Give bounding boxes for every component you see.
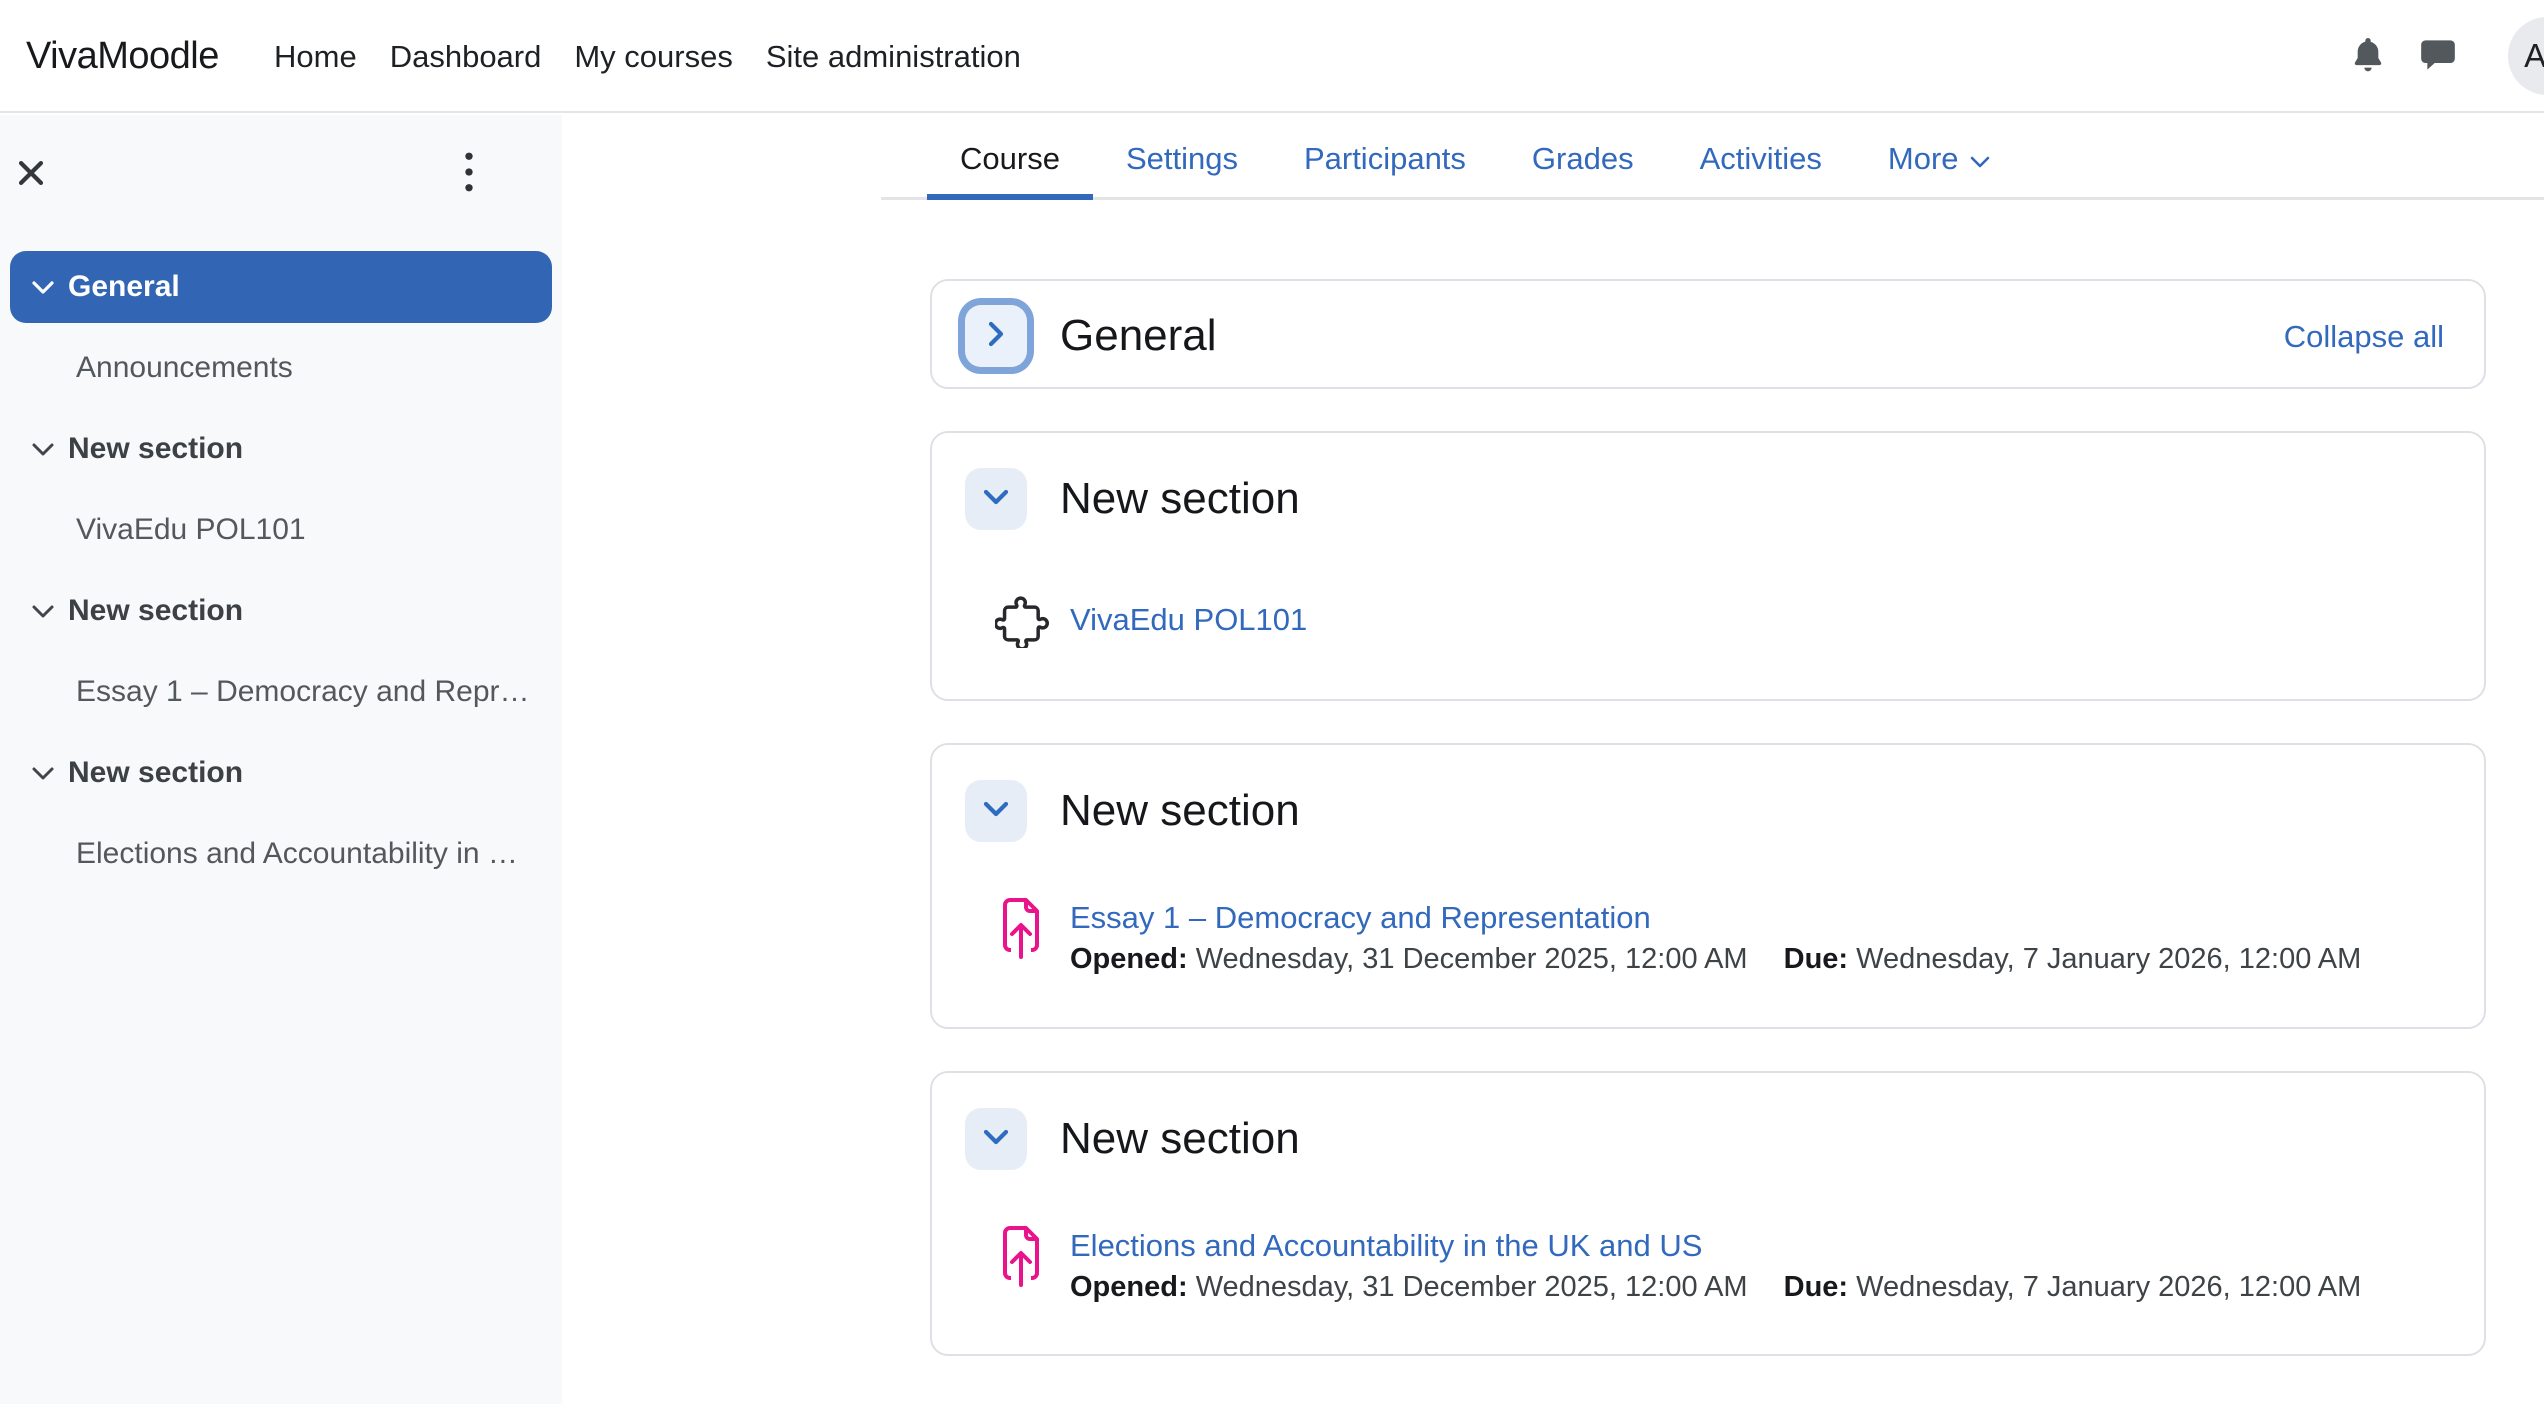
section-title: New section: [1060, 1112, 1300, 1166]
nav-link-my-courses[interactable]: My courses: [574, 39, 732, 75]
section-card-new-3: New section Elections and Accountability…: [930, 1071, 2486, 1356]
section-card-general: General Collapse all: [930, 279, 2486, 389]
chevron-right-icon: [986, 319, 1006, 354]
tab-more[interactable]: More: [1855, 120, 2024, 197]
index-item-elections[interactable]: Elections and Accountability in …: [10, 818, 552, 890]
course-tabs: Course Settings Participants Grades Acti…: [881, 120, 2544, 200]
collapse-section-button[interactable]: [965, 1108, 1027, 1170]
index-section-new-3[interactable]: New section: [10, 737, 552, 809]
nav-link-dashboard[interactable]: Dashboard: [390, 39, 542, 75]
index-item-announcements[interactable]: Announcements: [10, 332, 552, 404]
collapse-section-button[interactable]: [965, 468, 1027, 530]
chevron-down-icon: [1969, 120, 1991, 197]
collapse-all-link[interactable]: Collapse all: [2284, 319, 2444, 355]
opened-value: Wednesday, 31 December 2025, 12:00 AM: [1196, 1271, 1748, 1303]
kebab-menu-icon: [462, 149, 476, 200]
due-value: Wednesday, 7 January 2026, 12:00 AM: [1856, 943, 2361, 975]
activity-link-essay-1[interactable]: Essay 1 – Democracy and Representation: [1070, 900, 1651, 936]
due-label: Due:: [1784, 943, 1848, 975]
activity-link-elections[interactable]: Elections and Accountability in the UK a…: [1070, 1228, 1702, 1264]
chevron-down-icon: [30, 441, 56, 458]
chevron-down-icon: [30, 279, 56, 296]
puzzle-icon: [994, 591, 1052, 649]
drawer-options-button[interactable]: [447, 149, 491, 199]
chat-icon: [2418, 35, 2458, 80]
messages-button[interactable]: [2417, 36, 2459, 78]
expand-section-button[interactable]: [965, 305, 1027, 367]
avatar-initials: AU: [2524, 37, 2544, 75]
course-index-list: General Announcements New section VivaEd…: [10, 251, 552, 899]
nav-link-home[interactable]: Home: [274, 39, 357, 75]
activity-link-vivaedu-pol101[interactable]: VivaEdu POL101: [1070, 602, 1307, 638]
close-icon: [14, 156, 48, 195]
course-index-drawer: General Announcements New section VivaEd…: [0, 115, 562, 1404]
chevron-down-icon: [981, 1127, 1011, 1152]
bell-icon: [2348, 35, 2388, 80]
section-title: New section: [1060, 784, 1300, 838]
activity-dates: Opened: Wednesday, 31 December 2025, 12:…: [1070, 943, 2361, 976]
tab-activities[interactable]: Activities: [1667, 120, 1855, 197]
opened-label: Opened:: [1070, 943, 1188, 975]
primary-nav: Home Dashboard My courses Site administr…: [274, 0, 1021, 113]
chevron-down-icon: [981, 487, 1011, 512]
index-item-essay-1[interactable]: Essay 1 – Democracy and Repr…: [10, 656, 552, 728]
section-title: General: [1060, 309, 1217, 363]
assignment-upload-icon: [998, 1223, 1044, 1289]
tab-course[interactable]: Course: [927, 120, 1093, 197]
notifications-button[interactable]: [2347, 36, 2389, 78]
chevron-down-icon: [30, 765, 56, 782]
tab-grades[interactable]: Grades: [1499, 120, 1667, 197]
chevron-down-icon: [981, 799, 1011, 824]
section-card-new-2: New section Essay 1 – Democracy and Repr…: [930, 743, 2486, 1029]
user-avatar[interactable]: AU: [2508, 17, 2544, 95]
opened-label: Opened:: [1070, 1271, 1188, 1303]
index-section-new-1[interactable]: New section: [10, 413, 552, 485]
due-label: Due:: [1784, 1271, 1848, 1303]
close-drawer-button[interactable]: [14, 155, 58, 195]
tab-settings[interactable]: Settings: [1093, 120, 1271, 197]
section-title: New section: [1060, 472, 1300, 526]
tab-participants[interactable]: Participants: [1271, 120, 1499, 197]
assignment-upload-icon: [998, 895, 1044, 961]
site-brand[interactable]: VivaMoodle: [26, 0, 219, 113]
top-navbar: VivaMoodle Home Dashboard My courses Sit…: [0, 0, 2544, 113]
section-card-new-1: New section VivaEdu POL101: [930, 431, 2486, 701]
index-section-general[interactable]: General: [10, 251, 552, 323]
opened-value: Wednesday, 31 December 2025, 12:00 AM: [1196, 943, 1748, 975]
nav-link-site-administration[interactable]: Site administration: [766, 39, 1021, 75]
index-item-vivaedu-pol101[interactable]: VivaEdu POL101: [10, 494, 552, 566]
index-section-new-2[interactable]: New section: [10, 575, 552, 647]
chevron-down-icon: [30, 603, 56, 620]
activity-dates: Opened: Wednesday, 31 December 2025, 12:…: [1070, 1271, 2361, 1304]
due-value: Wednesday, 7 January 2026, 12:00 AM: [1856, 1271, 2361, 1303]
collapse-section-button[interactable]: [965, 780, 1027, 842]
